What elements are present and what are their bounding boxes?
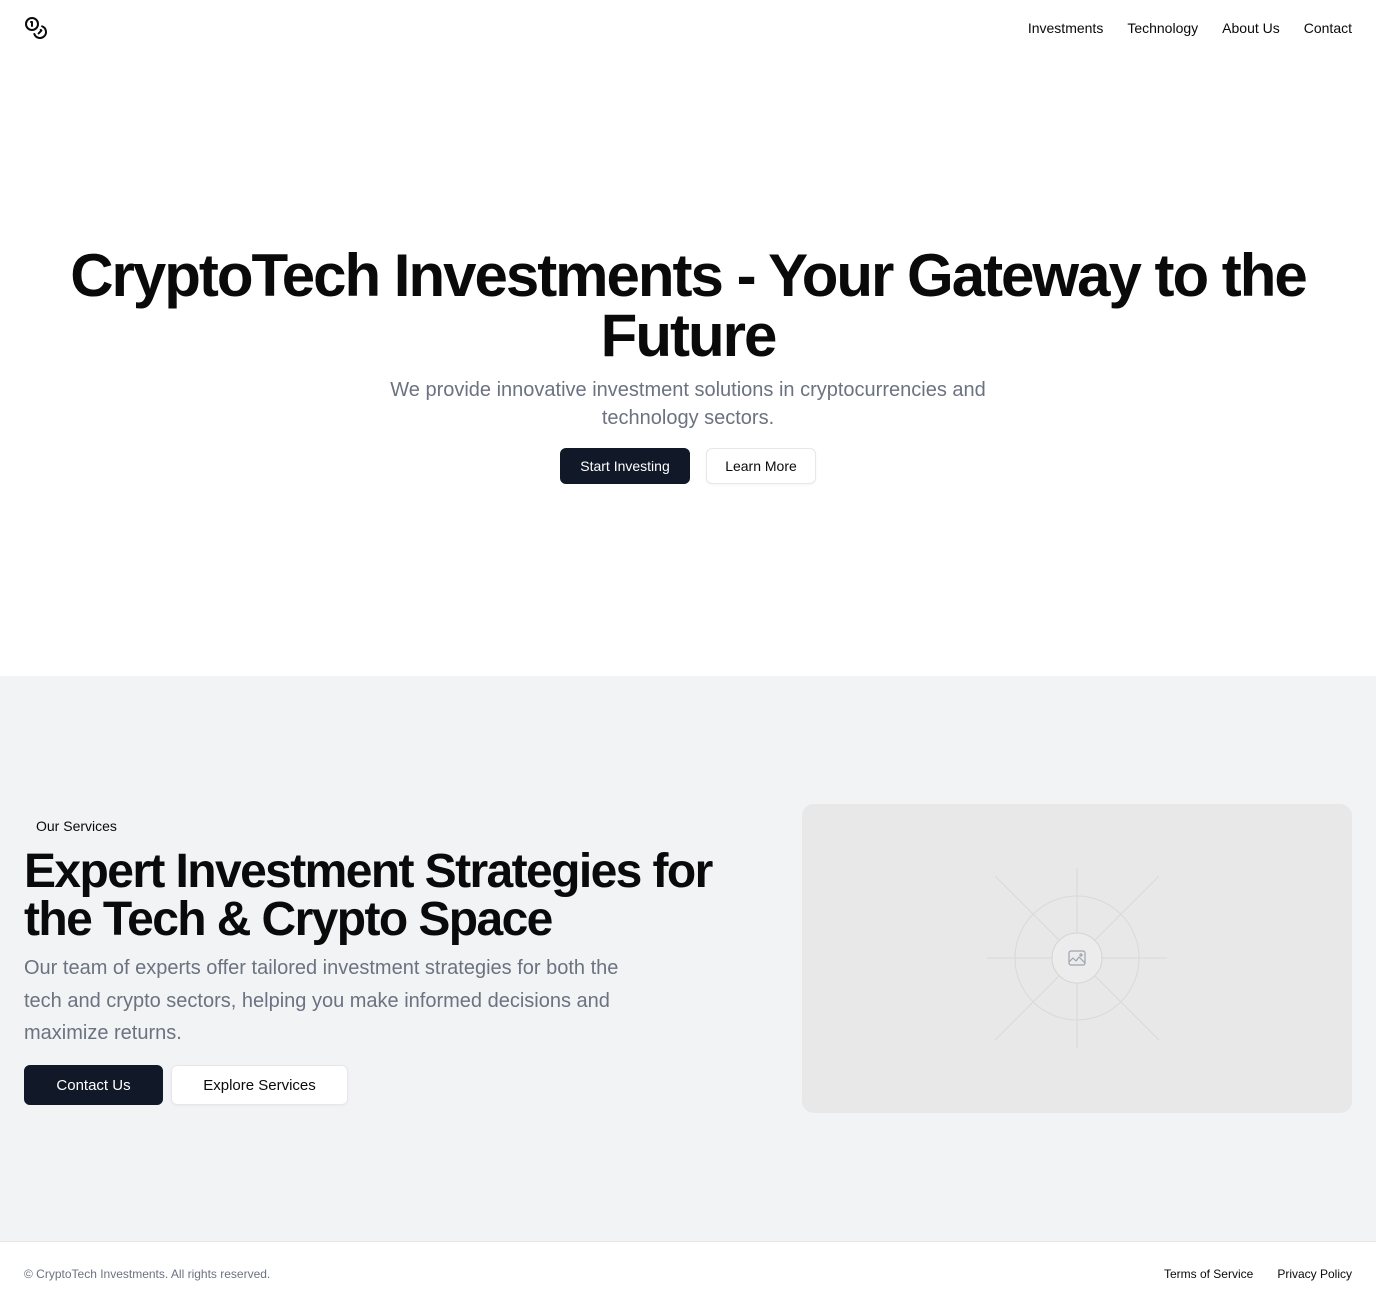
- copyright-text: © CryptoTech Investments. All rights res…: [24, 1267, 271, 1281]
- main-nav: Investments Technology About Us Contact: [1028, 18, 1352, 38]
- services-description: Our team of experts offer tailored inves…: [24, 957, 619, 1044]
- services-section: Our Services Expert Investment Strategie…: [0, 676, 1376, 1242]
- services-badge: Our Services: [36, 818, 117, 834]
- nav-about-us[interactable]: About Us: [1222, 18, 1280, 38]
- footer-links: Terms of Service Privacy Policy: [1164, 1266, 1352, 1282]
- nav-investments[interactable]: Investments: [1028, 18, 1103, 38]
- learn-more-button[interactable]: Learn More: [706, 448, 816, 484]
- explore-services-button[interactable]: Explore Services: [171, 1065, 348, 1105]
- contact-us-button[interactable]: Contact Us: [24, 1065, 163, 1105]
- terms-of-service-link[interactable]: Terms of Service: [1164, 1266, 1253, 1282]
- hero-subtitle: We provide innovative investment solutio…: [390, 379, 986, 429]
- site-footer: © CryptoTech Investments. All rights res…: [0, 1241, 1376, 1306]
- hero-buttons: Start Investing Learn More: [0, 448, 1376, 484]
- services-title: Expert Investment Strategies for the Tec…: [24, 845, 713, 946]
- hero-title: CryptoTech Investments - Your Gateway to…: [70, 242, 1308, 369]
- placeholder-graphic: [987, 868, 1167, 1048]
- coins-icon[interactable]: [24, 16, 48, 40]
- nav-technology[interactable]: Technology: [1127, 18, 1198, 38]
- services-buttons: Contact Us Explore Services: [24, 1065, 348, 1105]
- image-placeholder: [802, 804, 1352, 1113]
- nav-contact[interactable]: Contact: [1304, 18, 1352, 38]
- start-investing-button[interactable]: Start Investing: [560, 448, 690, 484]
- privacy-policy-link[interactable]: Privacy Policy: [1277, 1266, 1352, 1282]
- site-header: Investments Technology About Us Contact: [0, 0, 1376, 56]
- hero-section: CryptoTech Investments - Your Gateway to…: [0, 56, 1376, 676]
